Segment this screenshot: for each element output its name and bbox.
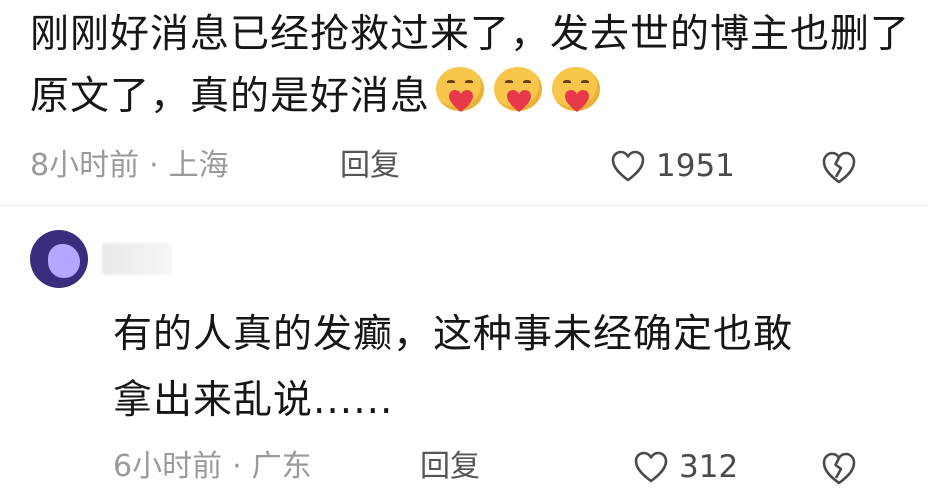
comment-body-line: 拿出来乱说......: [113, 378, 394, 423]
heart-outline-icon: [611, 150, 645, 182]
username-redacted[interactable]: [102, 243, 172, 275]
heart-face-emoji-icon: [434, 67, 486, 117]
like-button[interactable]: 312: [633, 447, 738, 487]
dislike-broken-heart-icon[interactable]: [820, 149, 858, 185]
meta-separator: ·: [232, 449, 242, 484]
reply-button[interactable]: 回复: [420, 447, 480, 487]
avatar[interactable]: [30, 230, 88, 288]
like-count: 312: [679, 449, 739, 485]
comment-time: 8小时前: [30, 148, 140, 183]
meta-separator: ·: [149, 148, 159, 183]
like-button[interactable]: 1951: [610, 146, 735, 186]
dislike-broken-heart-icon[interactable]: [820, 450, 858, 486]
emoji-group: [434, 67, 602, 117]
heart-face-emoji-icon: [550, 67, 602, 117]
comment-meta: 8小时前 · 上海: [30, 146, 229, 186]
like-count: 1951: [656, 148, 735, 184]
comment-time: 6小时前: [113, 449, 223, 484]
divider: [0, 205, 928, 206]
reply-button[interactable]: 回复: [340, 146, 400, 186]
comment-thread: 刚刚好消息已经抢救过来了，发去世的博主也删了原文了，真的是好消息 8小时前 · 上海…: [0, 0, 928, 495]
comment-body-line: 有的人真的发癫，这种事未经确定也敢: [113, 312, 794, 357]
comment-text: 有的人真的发癫，这种事未经确定也敢 拿出来乱说......: [113, 302, 903, 434]
heart-face-emoji-icon: [492, 67, 544, 117]
comment-meta: 6小时前 · 广东: [113, 447, 312, 487]
comment-text: 刚刚好消息已经抢救过来了，发去世的博主也删了原文了，真的是好消息: [30, 4, 910, 128]
heart-outline-icon: [634, 451, 668, 483]
comment-location: 广东: [251, 449, 312, 484]
comment-location: 上海: [168, 148, 229, 183]
